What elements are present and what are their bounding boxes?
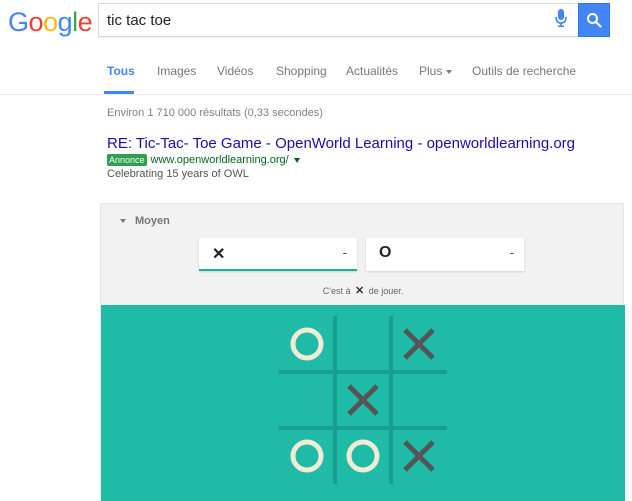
board-cell[interactable] xyxy=(335,316,391,372)
board-cell[interactable] xyxy=(335,428,391,484)
search-button[interactable] xyxy=(578,3,610,37)
logo-letter: o xyxy=(43,7,58,37)
difficulty-selector[interactable]: Moyen xyxy=(120,215,170,227)
tic-tac-toe-card: Moyen ✕ - O - C'est à ✕ de jouer. xyxy=(100,203,625,501)
tab-news[interactable]: Actualités xyxy=(346,64,398,78)
game-board-area xyxy=(101,305,625,501)
board-cell[interactable] xyxy=(391,372,447,428)
google-logo[interactable]: Google xyxy=(8,7,93,37)
tab-search-tools[interactable]: Outils de recherche xyxy=(472,64,576,78)
logo-letter: o xyxy=(28,7,44,37)
turn-suffix: de jouer. xyxy=(368,286,404,296)
chevron-down-icon xyxy=(446,69,453,74)
tab-images[interactable]: Images xyxy=(157,64,196,78)
search-tabs: Tous Images Vidéos Shopping Actualités P… xyxy=(0,44,632,95)
dropdown-arrow-icon[interactable] xyxy=(293,157,300,163)
logo-letter: g xyxy=(57,7,73,37)
player-x-score[interactable]: ✕ - xyxy=(199,238,357,271)
tab-more[interactable]: Plus xyxy=(419,64,453,78)
ad-url-line: Annonce www.openworldlearning.org/ xyxy=(107,154,300,166)
game-board xyxy=(101,305,625,501)
player-x-score-value: - xyxy=(342,245,347,260)
results-stats: Environ 1 710 000 résultats (0,33 second… xyxy=(107,107,323,119)
chevron-down-icon xyxy=(120,219,126,223)
active-tab-indicator xyxy=(104,91,134,94)
difficulty-label: Moyen xyxy=(135,215,170,227)
ad-badge: Annonce xyxy=(107,154,147,166)
ad-url: www.openworldlearning.org/ xyxy=(150,154,289,166)
turn-mark-icon: ✕ xyxy=(354,285,365,297)
board-cell[interactable] xyxy=(279,428,335,484)
board-cell[interactable] xyxy=(279,316,335,372)
board-cell[interactable] xyxy=(279,372,335,428)
o-mark-icon: O xyxy=(379,244,392,261)
search-box xyxy=(98,3,578,37)
tab-videos[interactable]: Vidéos xyxy=(217,64,253,78)
header: Google xyxy=(0,0,632,44)
search-icon xyxy=(587,13,602,28)
logo-letter: e xyxy=(77,7,93,37)
tab-shopping[interactable]: Shopping xyxy=(276,64,327,78)
microphone-icon[interactable] xyxy=(554,9,568,27)
tab-all[interactable]: Tous xyxy=(107,64,135,78)
turn-prefix: C'est à xyxy=(322,286,351,296)
turn-message: C'est à ✕ de jouer. xyxy=(101,284,625,297)
player-o-score[interactable]: O - xyxy=(366,238,524,271)
logo-letter: G xyxy=(8,7,29,37)
ad-title-link[interactable]: RE: Tic-Tac- Toe Game - OpenWorld Learni… xyxy=(107,135,575,152)
search-input[interactable] xyxy=(99,4,549,36)
x-mark-icon: ✕ xyxy=(212,246,226,263)
player-o-score-value: - xyxy=(509,245,514,260)
ad-description: Celebrating 15 years of OWL xyxy=(107,168,249,180)
tab-more-label: Plus xyxy=(419,64,443,78)
